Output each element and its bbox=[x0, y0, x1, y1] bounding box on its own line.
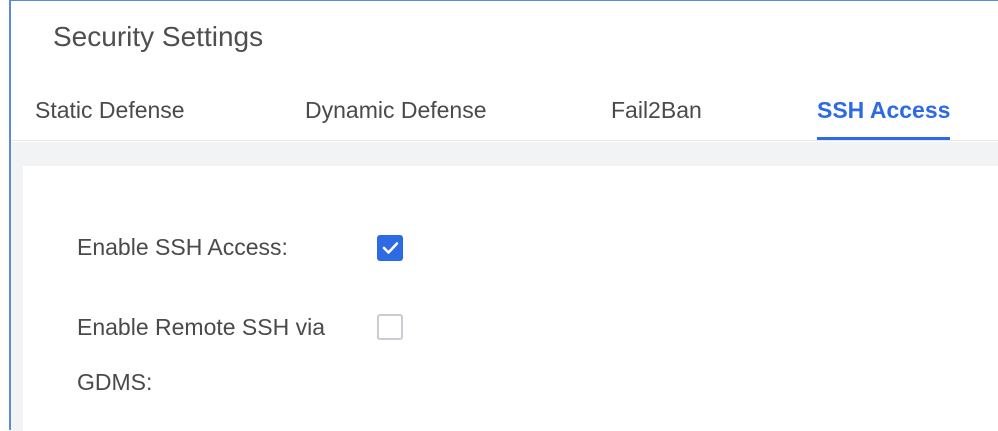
tab-static-defense[interactable]: Static Defense bbox=[35, 97, 185, 124]
tab-fail2ban[interactable]: Fail2Ban bbox=[611, 97, 702, 124]
enable-ssh-access-label: Enable SSH Access: bbox=[77, 234, 288, 260]
settings-window: Security Settings Static Defense Dynamic… bbox=[9, 0, 998, 431]
tab-label: Dynamic Defense bbox=[305, 97, 487, 123]
enable-remote-ssh-label-line2: GDMS: bbox=[77, 369, 153, 395]
tab-label: Fail2Ban bbox=[611, 97, 702, 123]
tab-dynamic-defense[interactable]: Dynamic Defense bbox=[305, 97, 487, 124]
tab-bar: Static Defense Dynamic Defense Fail2Ban … bbox=[11, 85, 998, 141]
enable-remote-ssh-checkbox[interactable] bbox=[377, 314, 403, 340]
checkmark-icon bbox=[382, 242, 399, 254]
ssh-access-panel: Enable SSH Access: Enable Remote SSH via… bbox=[23, 166, 998, 431]
page-title: Security Settings bbox=[53, 21, 264, 52]
tab-ssh-access[interactable]: SSH Access bbox=[817, 97, 951, 140]
tab-label: SSH Access bbox=[817, 97, 951, 123]
tab-label: Static Defense bbox=[35, 97, 185, 123]
content-area: Enable SSH Access: Enable Remote SSH via… bbox=[11, 142, 998, 431]
enable-ssh-access-checkbox[interactable] bbox=[377, 235, 403, 261]
active-tab-indicator bbox=[817, 137, 951, 140]
